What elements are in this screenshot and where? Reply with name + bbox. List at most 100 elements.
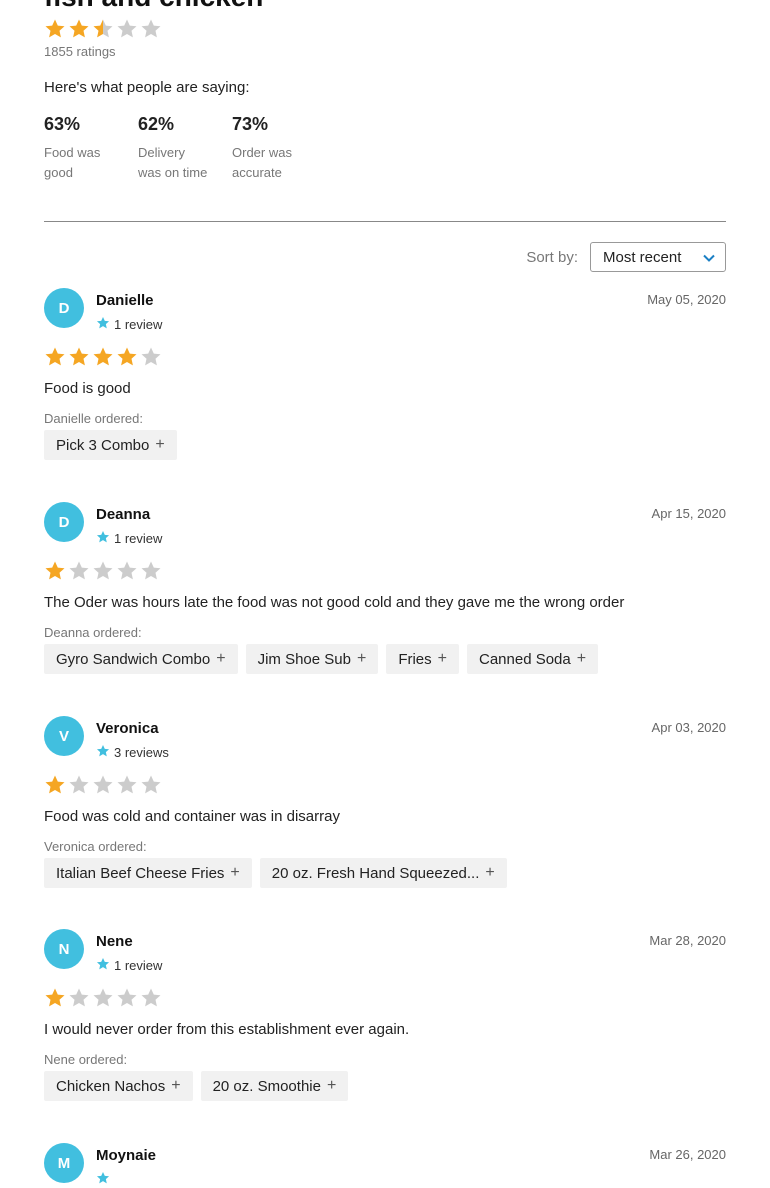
avatar: D — [44, 288, 84, 328]
star-icon — [140, 987, 162, 1009]
plus-icon: + — [326, 1077, 337, 1094]
ordered-items: Gyro Sandwich Combo + Jim Shoe Sub + Fries + C… — [44, 644, 599, 674]
plus-icon: + — [356, 650, 367, 667]
star-icon — [68, 18, 90, 40]
review-rating-stars — [44, 346, 162, 368]
ratings-count: 1855 ratings — [44, 44, 116, 59]
ordered-item-chip[interactable]: Italian Beef Cheese Fries + — [44, 858, 252, 888]
review-text: Food is good — [44, 380, 131, 397]
plus-icon: + — [155, 436, 165, 453]
review-date: Apr 15, 2020 — [651, 506, 726, 521]
sort-control: Sort by: Most recent — [526, 242, 726, 272]
ordered-items: Chicken Nachos + 20 oz. Smoothie + — [44, 1071, 349, 1101]
star-icon — [44, 346, 66, 368]
sort-label: Sort by: — [526, 248, 578, 266]
metric-food-label: Food was good — [44, 145, 101, 180]
plus-icon: + — [437, 650, 447, 667]
avatar: D — [44, 502, 84, 542]
review-count-text: 1 review — [114, 317, 163, 332]
reviewer-name: Danielle — [96, 292, 154, 309]
metric-delivery-label: Delivery was on time — [138, 145, 208, 180]
review-date: May 05, 2020 — [647, 292, 726, 307]
star-badge-icon — [96, 744, 110, 761]
star-icon — [92, 774, 114, 796]
star-icon — [116, 774, 138, 796]
metric-accuracy: 73% Order was accurate — [232, 114, 326, 183]
review-text: Food was cold and container was in disar… — [44, 808, 340, 825]
plus-icon: + — [576, 650, 587, 667]
review-text: I would never order from this establishm… — [44, 1021, 410, 1038]
star-icon — [92, 560, 114, 582]
ordered-items: Pick 3 Combo + — [44, 430, 177, 460]
review-count-text: 1 review — [114, 958, 163, 973]
item-name: Fries — [398, 650, 432, 668]
review-date: Mar 28, 2020 — [649, 933, 726, 948]
star-icon — [68, 346, 90, 368]
star-icon — [44, 18, 66, 40]
ordered-item-chip[interactable]: Chicken Nachos + — [44, 1071, 193, 1101]
star-icon — [140, 560, 162, 582]
reviewer-review-count — [96, 1171, 114, 1188]
star-icon — [92, 346, 114, 368]
item-name: 20 oz. Fresh Hand Squeezed... — [271, 864, 480, 882]
overall-rating-stars — [44, 18, 162, 40]
reviewer-review-count: 3 reviews — [96, 744, 169, 761]
review-rating-stars — [44, 774, 162, 796]
ordered-item-chip[interactable]: Fries + — [386, 644, 459, 674]
ordered-item-chip[interactable]: Gyro Sandwich Combo + — [44, 644, 238, 674]
ordered-label: Nene ordered: — [44, 1052, 128, 1067]
star-badge-icon — [96, 957, 110, 974]
star-icon — [140, 18, 162, 40]
ordered-item-chip[interactable]: Canned Soda + — [467, 644, 599, 674]
star-badge-icon — [96, 316, 110, 333]
reviewer-name: Moynaie — [96, 1147, 157, 1164]
metric-delivery: 62% Delivery was on time — [138, 114, 232, 183]
metric-food: 63% Food was good — [44, 114, 138, 183]
ordered-label: Deanna ordered: — [44, 625, 142, 640]
ordered-item-chip[interactable]: 20 oz. Fresh Hand Squeezed... + — [259, 858, 507, 888]
plus-icon: + — [171, 1077, 181, 1094]
ordered-item-chip[interactable]: Jim Shoe Sub + — [245, 644, 379, 674]
review-date: Mar 26, 2020 — [649, 1147, 726, 1162]
rating-metrics: 63% Food was good 62% Delivery was on ti… — [44, 114, 326, 183]
metric-accuracy-percent: 73% — [232, 114, 269, 134]
chevron-down-icon — [703, 249, 715, 266]
review-rating-stars — [44, 560, 162, 582]
item-name: Gyro Sandwich Combo — [56, 650, 211, 668]
reviewer-name: Deanna — [96, 506, 151, 523]
ordered-label: Danielle ordered: — [44, 411, 144, 426]
star-icon — [92, 987, 114, 1009]
restaurant-title: fish and chicken — [44, 0, 263, 14]
metric-delivery-percent: 62% — [138, 114, 175, 134]
ordered-item-chip[interactable]: 20 oz. Smoothie + — [200, 1071, 349, 1101]
metric-food-percent: 63% — [44, 114, 81, 134]
star-icon — [92, 18, 114, 40]
star-icon — [140, 346, 162, 368]
metric-accuracy-label: Order was accurate — [232, 145, 292, 180]
star-icon — [44, 774, 66, 796]
review-text: The Oder was hours late the food was not… — [44, 594, 625, 611]
star-badge-icon — [96, 1171, 110, 1188]
plus-icon: + — [216, 650, 226, 667]
item-name: 20 oz. Smoothie — [212, 1077, 321, 1095]
star-badge-icon — [96, 530, 110, 547]
avatar: M — [44, 1143, 84, 1183]
avatar: V — [44, 716, 84, 756]
star-icon — [68, 560, 90, 582]
ordered-label: Veronica ordered: — [44, 839, 147, 854]
item-name: Italian Beef Cheese Fries — [56, 864, 225, 882]
item-name: Pick 3 Combo — [56, 436, 150, 454]
star-icon — [44, 560, 66, 582]
star-icon — [44, 987, 66, 1009]
ordered-item-chip[interactable]: Pick 3 Combo + — [44, 430, 177, 460]
star-icon — [116, 560, 138, 582]
reviewer-review-count: 1 review — [96, 316, 162, 333]
reviewer-name: Nene — [96, 933, 133, 950]
reviewer-name: Veronica — [96, 720, 159, 737]
star-icon — [68, 987, 90, 1009]
sort-selected-value: Most recent — [603, 248, 682, 266]
avatar: N — [44, 929, 84, 969]
star-icon — [116, 346, 138, 368]
sort-select[interactable]: Most recent — [590, 242, 726, 272]
reviewer-review-count: 1 review — [96, 957, 162, 974]
